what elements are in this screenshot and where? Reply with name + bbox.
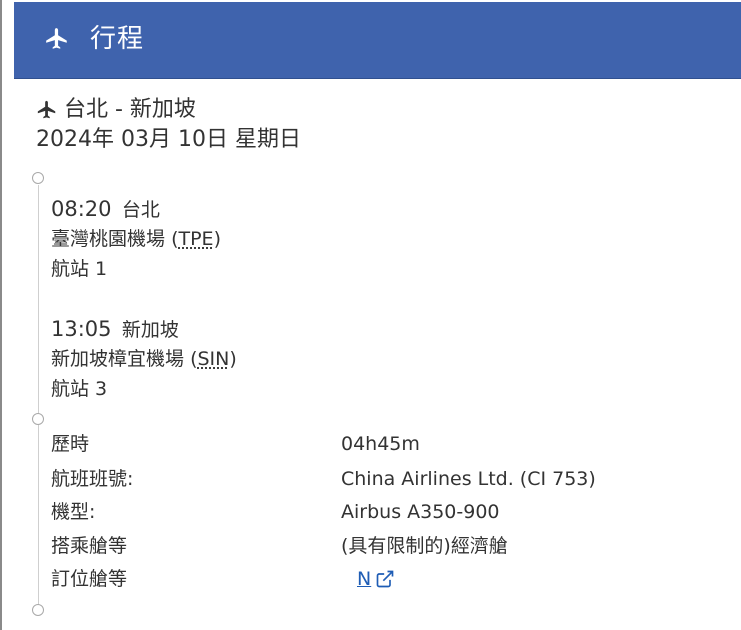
departure-airport-name: 臺灣桃園機場 bbox=[51, 228, 166, 250]
aircraft-row: 機型: Airbus A350-900 bbox=[51, 498, 701, 526]
cabin-label: 搭乘艙等 bbox=[51, 535, 128, 557]
itinerary-page: 行程 台北 - 新加坡 2024年 03月 10日 星期日 08:20 台北 臺… bbox=[0, 0, 741, 630]
arrival-airport-name: 新加坡樟宜機場 bbox=[51, 348, 185, 370]
duration-label: 歷時 bbox=[51, 433, 90, 455]
booking-class-value-wrapper: N bbox=[341, 565, 395, 593]
timeline-node-start bbox=[32, 172, 44, 184]
booking-class-label: 訂位艙等 bbox=[51, 568, 128, 590]
flight-number-row: 航班班號: China Airlines Ltd. (CI 753) bbox=[51, 465, 701, 493]
route-heading: 台北 - 新加坡 bbox=[36, 94, 196, 126]
aircraft-label: 機型: bbox=[51, 501, 96, 523]
departure-time-line: 08:20 台北 bbox=[51, 195, 451, 224]
cabin-row: 搭乘艙等 (具有限制的)經濟艙 bbox=[51, 532, 701, 560]
flight-number-value: China Airlines Ltd. (CI 753) bbox=[341, 468, 596, 490]
departure-city: 台北 bbox=[121, 199, 160, 221]
arrival-time: 13:05 bbox=[51, 317, 112, 341]
departure-time: 08:20 bbox=[51, 197, 112, 221]
header-title: 行程 bbox=[90, 24, 145, 54]
external-link-icon bbox=[376, 570, 394, 588]
route-text: 台北 - 新加坡 bbox=[64, 97, 196, 122]
timeline-node-end bbox=[32, 604, 44, 616]
booking-class-row: 訂位艙等 N bbox=[51, 565, 701, 593]
plane-icon bbox=[46, 28, 67, 49]
timeline-line bbox=[38, 185, 39, 605]
departure-terminal: 航站 1 bbox=[51, 258, 108, 280]
duration-row: 歷時 04h45m bbox=[51, 430, 701, 458]
departure-airport-code[interactable]: TPE bbox=[178, 228, 213, 250]
arrival-city: 新加坡 bbox=[121, 319, 179, 341]
arrival-stop: 13:05 新加坡 新加坡樟宜機場 (SIN) 航站 3 bbox=[51, 315, 451, 404]
cabin-value: (具有限制的)經濟艙 bbox=[341, 535, 508, 557]
duration-value: 04h45m bbox=[341, 433, 420, 455]
departure-stop: 08:20 台北 臺灣桃園機場 (TPE) 航站 1 bbox=[51, 195, 451, 284]
timeline-node-middle bbox=[32, 413, 44, 425]
arrival-code-wrapper: (SIN) bbox=[190, 348, 237, 370]
arrival-airport: 新加坡樟宜機場 (SIN) bbox=[51, 344, 451, 374]
flight-date: 2024年 03月 10日 星期日 bbox=[36, 127, 301, 152]
booking-class-value: N bbox=[357, 568, 372, 590]
plane-icon bbox=[37, 100, 56, 119]
departure-airport: 臺灣桃園機場 (TPE) bbox=[51, 224, 451, 254]
aircraft-value: Airbus A350-900 bbox=[341, 501, 500, 523]
itinerary-header: 行程 bbox=[14, 2, 741, 79]
flight-number-label: 航班班號: bbox=[51, 468, 134, 490]
arrival-time-line: 13:05 新加坡 bbox=[51, 315, 451, 344]
left-border bbox=[0, 0, 2, 630]
departure-code-wrapper: (TPE) bbox=[171, 228, 221, 250]
booking-class-link[interactable]: N bbox=[357, 565, 395, 593]
arrival-terminal: 航站 3 bbox=[51, 378, 108, 400]
arrival-airport-code[interactable]: SIN bbox=[197, 348, 229, 370]
